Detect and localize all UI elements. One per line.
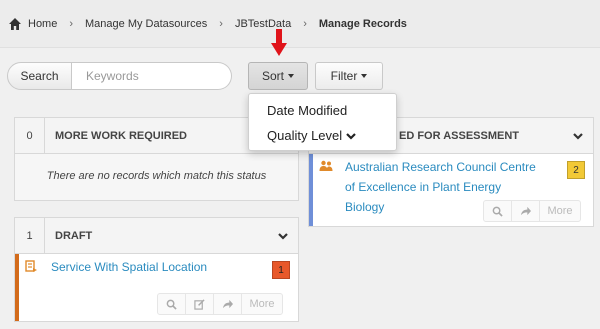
search-button[interactable]: Search (7, 62, 72, 90)
share-icon (520, 206, 531, 215)
record-title-line: of Excellence in Plant Energy (345, 180, 502, 194)
empty-message: There are no records which match this st… (46, 170, 267, 182)
sort-option-date-modified[interactable]: Date Modified (249, 98, 396, 123)
share-icon (222, 299, 233, 308)
panel-header: 1 DRAFT (15, 217, 298, 254)
sort-button-label: Sort (261, 69, 284, 83)
caret-down-icon (361, 74, 368, 78)
breadcrumb-separator: › (303, 17, 307, 30)
edit-icon (194, 298, 205, 310)
record-title-link[interactable]: Service With Spatial Location (51, 257, 207, 277)
search-icon (166, 299, 177, 310)
sort-option-label: Date Modified (267, 103, 348, 118)
annotation-arrow-icon (271, 29, 287, 56)
view-button[interactable] (158, 294, 186, 314)
panel-title: DRAFT (55, 229, 93, 242)
share-button[interactable] (214, 294, 242, 314)
breadcrumb: Home › Manage My Datasources › JBTestDat… (0, 0, 600, 48)
panel-count: 1 (15, 217, 45, 254)
share-button[interactable] (512, 201, 540, 221)
record-actions: More (483, 200, 581, 222)
panel-draft: 1 DRAFT Service With Spatial Location 1 … (14, 217, 299, 322)
search-input[interactable] (72, 62, 232, 90)
record-title-line: Australian Research Council Centre (345, 160, 536, 174)
search-group: Search (7, 62, 232, 90)
sort-button[interactable]: Sort (248, 62, 308, 90)
sort-dropdown-menu: Date Modified Quality Level (248, 93, 397, 151)
record-actions: More (157, 293, 283, 315)
breadcrumb-separator: › (219, 17, 223, 30)
chevron-down-icon[interactable] (278, 231, 288, 241)
edit-button[interactable] (186, 294, 214, 314)
home-icon[interactable] (8, 17, 22, 31)
caret-down-icon (288, 74, 294, 78)
more-button[interactable]: More (242, 294, 282, 314)
sort-option-quality-level[interactable]: Quality Level (249, 123, 396, 148)
view-button[interactable] (484, 201, 512, 221)
breadcrumb-separator: › (69, 17, 74, 30)
breadcrumb-home[interactable]: Home (28, 18, 57, 30)
record-card: Australian Research Council Centre of Ex… (309, 154, 593, 226)
breadcrumb-datasources[interactable]: Manage My Datasources (85, 18, 207, 30)
service-icon (25, 260, 37, 272)
search-icon (492, 206, 503, 217)
breadcrumb-current: Manage Records (318, 17, 407, 30)
chevron-down-icon[interactable] (573, 131, 583, 141)
quality-level-badge: 1 (272, 261, 290, 279)
filter-button[interactable]: Filter (315, 62, 383, 90)
quality-level-badge: 2 (567, 161, 585, 179)
filter-button-label: Filter (330, 69, 358, 83)
group-icon (319, 160, 333, 171)
chevron-down-icon (346, 132, 356, 140)
sort-option-label: Quality Level (267, 128, 343, 143)
more-button[interactable]: More (540, 201, 580, 221)
panel-count: 0 (15, 117, 45, 154)
record-card: Service With Spatial Location 1 More (15, 254, 298, 321)
breadcrumb-datasource[interactable]: JBTestData (235, 18, 291, 30)
